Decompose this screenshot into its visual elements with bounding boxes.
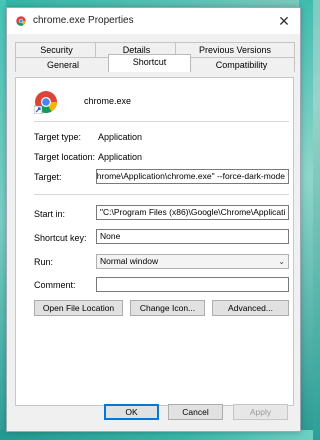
desktop-background-right [299, 0, 313, 440]
title-bar[interactable]: chrome.exe Properties ✕ [7, 8, 300, 34]
run-select[interactable]: Normal window ⌄ [96, 254, 289, 269]
shortcut-key-label: Shortcut key: [34, 233, 87, 243]
cancel-button[interactable]: Cancel [168, 404, 223, 420]
tab-shortcut[interactable]: Shortcut [108, 54, 191, 72]
divider [34, 194, 289, 195]
change-icon-button[interactable]: Change Icon... [130, 300, 205, 316]
window-title: chrome.exe Properties [33, 15, 134, 26]
target-type-label: Target type: [34, 132, 82, 142]
apply-button[interactable]: Apply [233, 404, 288, 420]
properties-dialog: chrome.exe Properties ✕ Security Details… [6, 7, 301, 432]
shortcut-panel: chrome.exe Target type: Application Targ… [15, 77, 294, 406]
comment-input[interactable] [96, 277, 289, 292]
close-icon[interactable]: ✕ [276, 13, 292, 29]
run-label: Run: [34, 257, 54, 267]
target-input[interactable]: "C:\Program Files (x86)\Google\Chrome\Ap… [96, 169, 289, 184]
chrome-icon [34, 91, 57, 114]
chevron-down-icon: ⌄ [278, 257, 285, 266]
start-in-input[interactable]: "C:\Program Files (x86)\Google\Chrome\Ap… [96, 205, 289, 220]
tab-strip: Security Details Previous Versions Gener… [15, 42, 295, 78]
advanced-button[interactable]: Advanced... [212, 300, 289, 316]
target-location-value: Application [98, 152, 143, 162]
tab-compatibility[interactable]: Compatibility [188, 57, 295, 72]
target-label: Target: [34, 172, 62, 182]
shortcut-key-input[interactable]: None [96, 229, 289, 244]
tab-previous-versions[interactable]: Previous Versions [175, 42, 295, 57]
app-name: chrome.exe [84, 96, 132, 106]
tab-security[interactable]: Security [15, 42, 98, 57]
start-in-label: Start in: [34, 209, 66, 219]
tab-general[interactable]: General [15, 57, 111, 72]
target-location-label: Target location: [34, 152, 96, 162]
target-input-text: "C:\Program Files (x86)\Google\Chrome\Ap… [96, 171, 285, 181]
ok-button[interactable]: OK [104, 404, 159, 420]
run-select-value: Normal window [100, 256, 159, 266]
open-file-location-button[interactable]: Open File Location [34, 300, 123, 316]
comment-label: Comment: [34, 280, 76, 290]
target-type-value: Application [98, 132, 143, 142]
chrome-icon [16, 16, 26, 26]
divider [34, 121, 289, 122]
